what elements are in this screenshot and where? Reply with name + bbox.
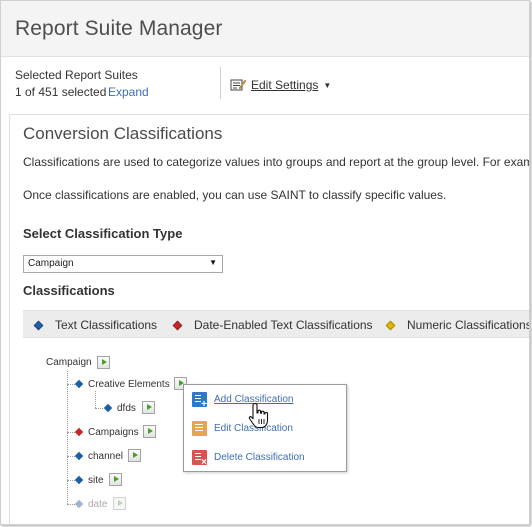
tree-connector — [95, 408, 103, 409]
tree-node-action-button — [113, 497, 126, 510]
legend-item-text: Text Classifications — [33, 318, 158, 332]
blue-diamond-icon — [33, 320, 44, 330]
menu-item-label: Delete Classification — [214, 452, 305, 463]
hand-pointer-icon — [248, 402, 269, 429]
tree-node-action-button[interactable] — [128, 449, 141, 462]
add-classification-item[interactable]: Add Classification — [192, 392, 293, 410]
classification-type-select[interactable]: Campaign ▼ — [23, 255, 223, 273]
title-bar: Report Suite Manager — [1, 1, 529, 57]
edit-settings-label: Edit Settings — [251, 78, 319, 92]
add-classification-icon — [192, 392, 207, 410]
tree-node-campaigns: Campaigns — [88, 427, 139, 438]
page-title: Report Suite Manager — [15, 17, 223, 40]
tree-node-dfds: dfds — [117, 403, 136, 414]
tree-node-creative-elements: Creative Elements — [88, 379, 170, 390]
tree-connector — [67, 432, 75, 433]
tree-node-channel: channel — [88, 451, 124, 462]
tree-root-action-button[interactable] — [97, 356, 110, 369]
select-classification-type-heading: Select Classification Type — [23, 226, 183, 241]
edit-settings-menu[interactable]: Edit Settings ▼ — [230, 78, 331, 92]
classifications-heading: Classifications — [23, 283, 115, 298]
toolbar-divider — [220, 67, 221, 99]
legend-item-numeric: Numeric Classifications — [385, 318, 530, 332]
edit-settings-icon — [230, 79, 246, 91]
selected-report-suites-label: Selected Report Suites — [15, 68, 138, 82]
app-window: Report Suite Manager Selected Report Sui… — [0, 0, 530, 525]
tree-node-date: date — [88, 499, 108, 510]
tree-node-action-button[interactable] — [143, 425, 156, 438]
classification-legend: Text Classifications Date-Enabled Text C… — [23, 310, 530, 338]
description-text: Classifications are used to categorize v… — [23, 155, 530, 169]
edit-classification-item[interactable]: Edit Classification — [192, 421, 293, 436]
tree-node-site: site — [88, 475, 104, 486]
tree-node-action-button[interactable] — [109, 473, 122, 486]
legend-item-date-enabled: Date-Enabled Text Classifications — [172, 318, 373, 332]
tree-connector — [67, 456, 75, 457]
delete-classification-item[interactable]: Delete Classification — [192, 450, 305, 468]
selected-count: 1 of 451 selected — [15, 85, 107, 99]
tree-node-action-button[interactable] — [142, 401, 155, 414]
tree-connector — [67, 504, 75, 505]
legend-label: Numeric Classifications — [407, 318, 530, 332]
edit-classification-icon — [192, 421, 207, 436]
tree-connector — [67, 480, 75, 481]
chevron-down-icon: ▼ — [209, 258, 217, 267]
chevron-down-icon: ▼ — [323, 80, 332, 90]
yellow-diamond-icon — [385, 320, 396, 330]
classification-type-value: Campaign — [28, 258, 74, 269]
expand-link[interactable]: Expand — [108, 85, 149, 99]
red-diamond-icon — [172, 320, 183, 330]
tree-connector — [67, 384, 75, 385]
legend-label: Date-Enabled Text Classifications — [194, 318, 373, 332]
tree-connector — [95, 391, 96, 408]
tree-connector — [67, 371, 68, 504]
tree-root-label: Campaign — [46, 357, 92, 368]
delete-classification-icon — [192, 450, 207, 468]
legend-label: Text Classifications — [55, 318, 158, 332]
section-title: Conversion Classifications — [23, 124, 223, 143]
saint-note-text: Once classifications are enabled, you ca… — [23, 188, 447, 202]
